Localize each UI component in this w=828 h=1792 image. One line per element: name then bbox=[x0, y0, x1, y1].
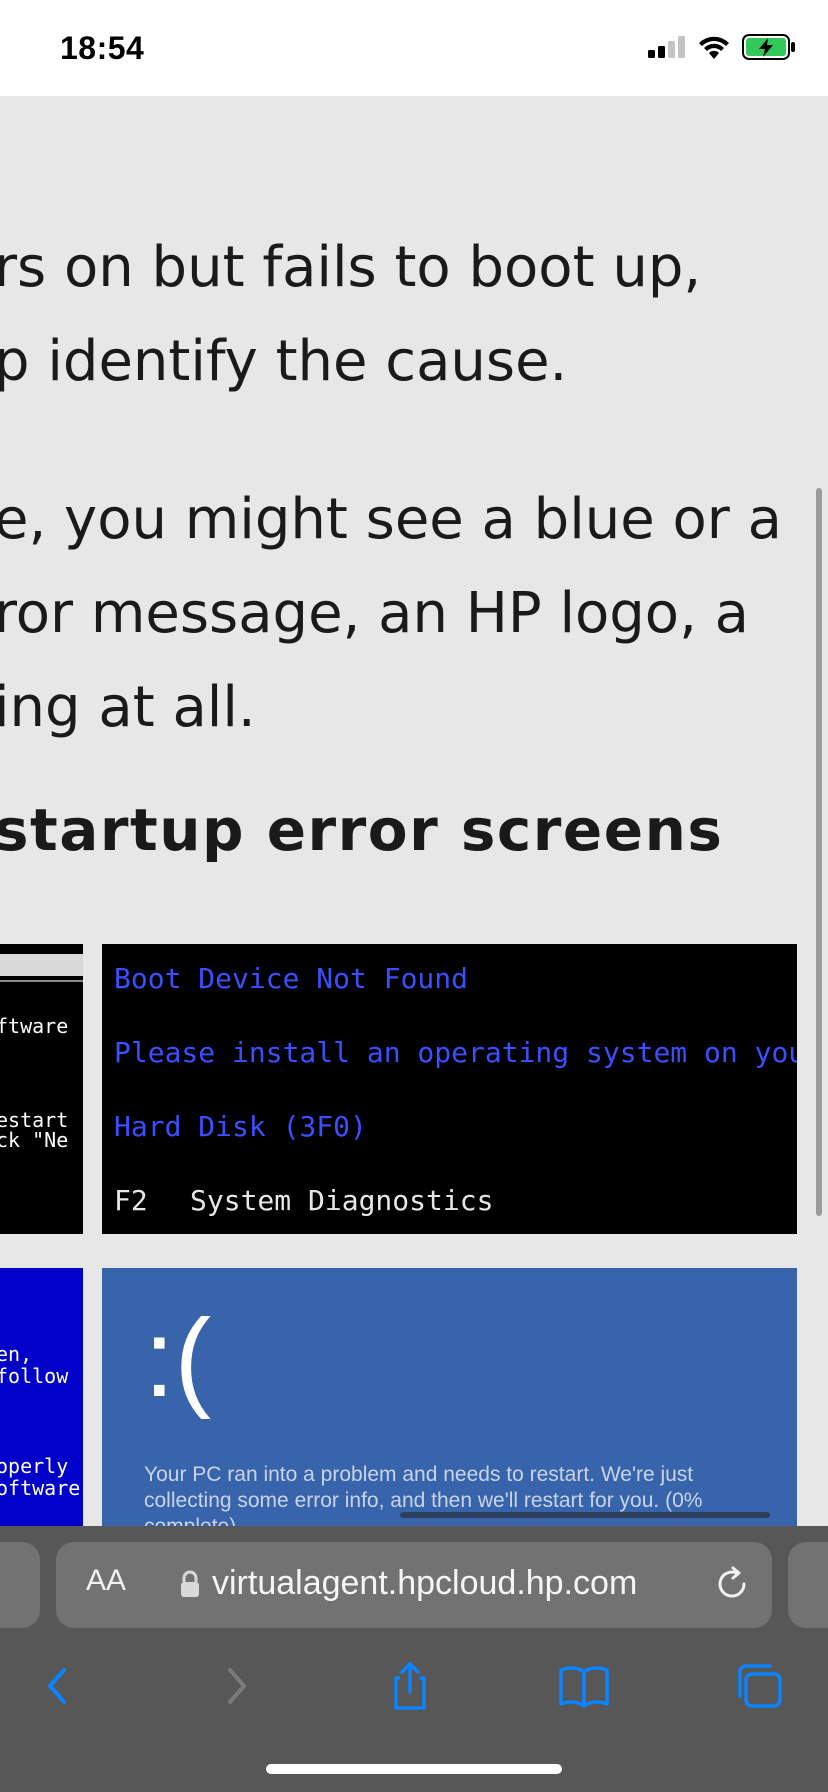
battery-charging-icon bbox=[742, 34, 796, 64]
tabs-icon bbox=[730, 1664, 790, 1720]
bookmarks-button[interactable] bbox=[554, 1656, 614, 1716]
screen-text: ck "Ne bbox=[0, 1128, 69, 1152]
screen-text: oftware bbox=[0, 1476, 81, 1500]
screen-divider bbox=[0, 980, 83, 982]
back-button[interactable] bbox=[28, 1656, 88, 1716]
article-paragraph-line: ing at all. bbox=[0, 675, 256, 740]
article-paragraph-line: ror message, an HP logo, a bbox=[0, 581, 749, 646]
home-indicator[interactable] bbox=[266, 1764, 562, 1774]
diagnostics-key: F2 bbox=[114, 1184, 148, 1217]
bsod-screen: :( Your PC ran into a problem and needs … bbox=[102, 1268, 797, 1526]
boot-error-title: Boot Device Not Found bbox=[114, 962, 469, 995]
reload-icon[interactable] bbox=[714, 1566, 750, 1606]
book-icon bbox=[554, 1666, 614, 1720]
wifi-icon bbox=[698, 35, 730, 63]
next-tab-preview[interactable] bbox=[788, 1542, 828, 1628]
status-bar: 18:54 bbox=[0, 0, 828, 96]
article-paragraph-line: e, you might see a blue or a bbox=[0, 487, 782, 552]
chevron-left-icon bbox=[28, 1668, 88, 1720]
blue-screen-image-partial: en, follow operly oftware bbox=[0, 1268, 83, 1526]
vertical-scroll-indicator[interactable] bbox=[816, 488, 822, 1216]
lock-icon bbox=[180, 1570, 200, 1602]
status-icons bbox=[648, 34, 796, 64]
article-content: rs on but fails to boot up, p identify t… bbox=[0, 96, 828, 1526]
screen-header-bar bbox=[0, 954, 83, 976]
boot-error-message: Please install an operating system on yo… bbox=[114, 1036, 797, 1069]
previous-tab-preview[interactable] bbox=[0, 1542, 40, 1628]
share-icon bbox=[380, 1662, 440, 1720]
status-time: 18:54 bbox=[60, 30, 145, 66]
boot-device-not-found-screen: Boot Device Not Found Please install an … bbox=[102, 944, 797, 1234]
url-field[interactable]: AA virtualagent.hpcloud.hp.com bbox=[56, 1542, 772, 1628]
url-text[interactable]: virtualagent.hpcloud.hp.com bbox=[212, 1564, 637, 1603]
article-paragraph-line: rs on but fails to boot up, bbox=[0, 235, 702, 300]
screen-text: follow bbox=[0, 1364, 69, 1388]
article-paragraph-line: p identify the cause. bbox=[0, 329, 568, 394]
screen-image-partial-top: ftware estart ck "Ne bbox=[0, 944, 83, 1234]
screen-text: ftware bbox=[0, 1014, 69, 1038]
cellular-signal-icon bbox=[648, 36, 686, 62]
screen-text: operly bbox=[0, 1454, 69, 1478]
address-bar-container: AA virtualagent.hpcloud.hp.com bbox=[0, 1526, 828, 1630]
forward-button[interactable] bbox=[206, 1656, 266, 1716]
boot-error-code: Hard Disk (3F0) bbox=[114, 1110, 367, 1143]
horizontal-scroll-indicator bbox=[400, 1512, 770, 1518]
screen-text: en, bbox=[0, 1342, 33, 1366]
tabs-button[interactable] bbox=[730, 1656, 790, 1716]
reader-text-size-button[interactable]: AA bbox=[86, 1564, 126, 1598]
section-heading: startup error screens bbox=[0, 796, 724, 864]
aa-label: AA bbox=[86, 1564, 127, 1597]
sad-face: :( bbox=[144, 1297, 212, 1420]
chevron-right-icon bbox=[206, 1668, 266, 1720]
diagnostics-label: System Diagnostics bbox=[190, 1184, 494, 1217]
share-button[interactable] bbox=[380, 1656, 440, 1716]
